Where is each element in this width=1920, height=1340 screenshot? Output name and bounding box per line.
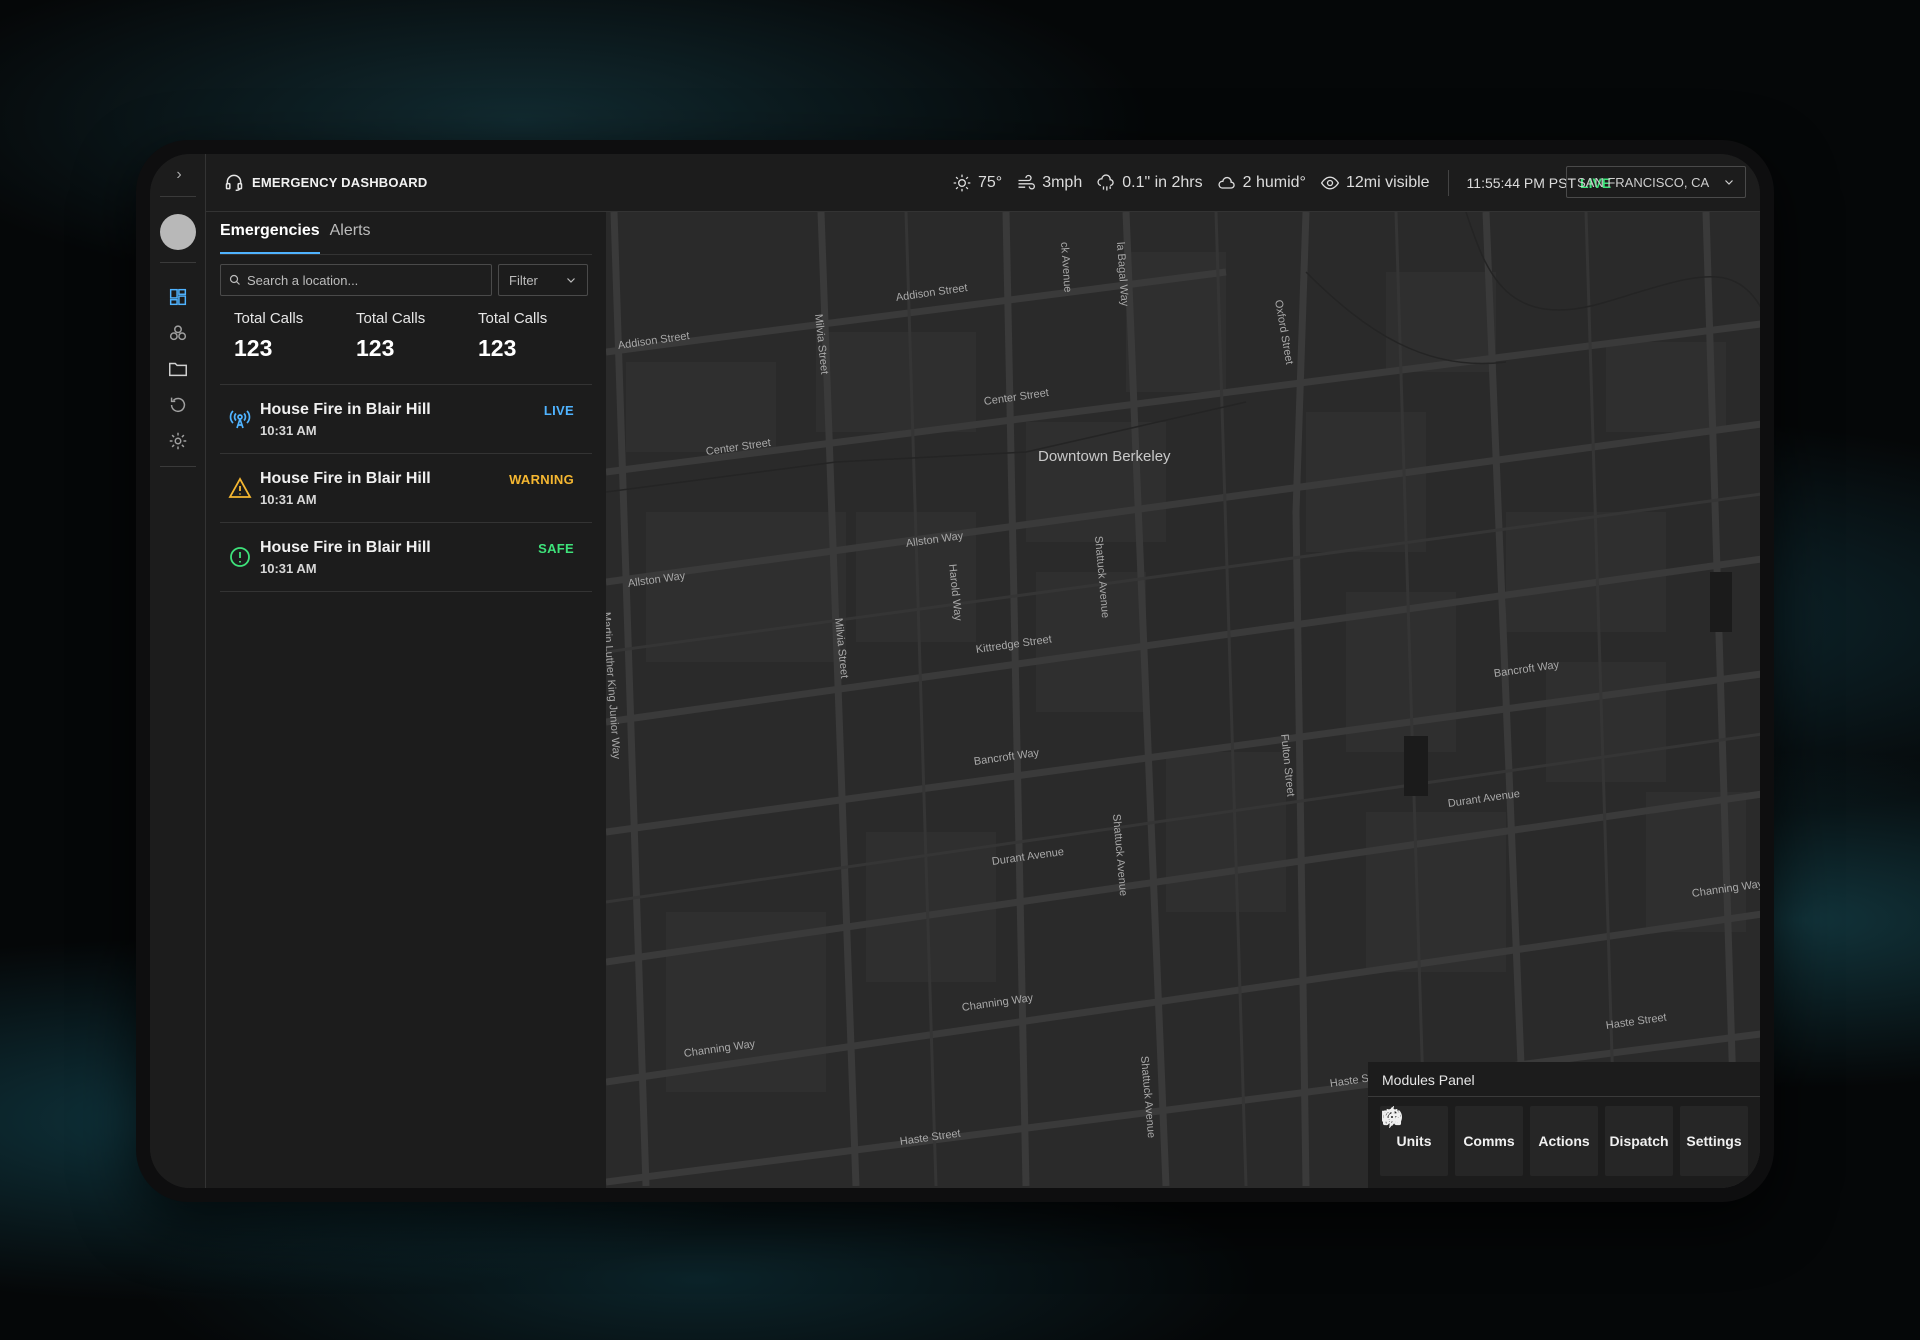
sun-icon bbox=[953, 174, 971, 192]
humidity-widget: 2 humid° bbox=[1217, 173, 1306, 193]
street-grid bbox=[606, 212, 1760, 1186]
panel-tabs: Emergencies Alerts bbox=[220, 220, 371, 254]
stat-card: Total Calls 123 bbox=[234, 310, 356, 362]
status-badge: WARNING bbox=[509, 472, 574, 487]
weather-bar: 75° 3mph 0.1" in 2hrs 2 humid° 12mi visi… bbox=[952, 170, 1611, 196]
rail-divider bbox=[160, 196, 196, 197]
incident-title: House Fire in Blair Hill bbox=[260, 470, 431, 487]
cloud-icon bbox=[1218, 176, 1235, 189]
tab-emergencies[interactable]: Emergencies bbox=[220, 220, 320, 254]
folder-icon[interactable] bbox=[167, 358, 189, 380]
top-header: EMERGENCY DASHBOARD 75° 3mph 0.1" in 2hr… bbox=[206, 154, 1760, 212]
filter-dropdown[interactable]: Filter bbox=[498, 264, 588, 296]
emergency-panel: Emergencies Alerts Filter Total Calls 1 bbox=[206, 212, 606, 1188]
tabs-divider bbox=[220, 254, 592, 255]
stat-value: 123 bbox=[234, 335, 273, 361]
visibility-value: 12mi visible bbox=[1345, 174, 1430, 191]
broadcast-icon bbox=[229, 410, 251, 429]
stat-label: Total Calls bbox=[356, 310, 426, 327]
incident-title: House Fire in Blair Hill bbox=[260, 539, 431, 556]
filter-label: Filter bbox=[509, 272, 538, 288]
rail-divider bbox=[160, 466, 196, 467]
headset-icon bbox=[225, 174, 243, 192]
location-select[interactable]: SAN FRANCISCO, CA bbox=[1566, 166, 1746, 198]
incident-list: House Fire in Blair Hill 10:31 AM LIVE H… bbox=[220, 384, 592, 592]
stat-label: Total Calls bbox=[478, 310, 548, 327]
wind-icon bbox=[1018, 174, 1036, 190]
history-icon[interactable] bbox=[167, 394, 189, 416]
status-badge: SAFE bbox=[538, 541, 574, 556]
modules-divider bbox=[1368, 1096, 1760, 1097]
incident-item[interactable]: House Fire in Blair Hill 10:31 AM WARNIN… bbox=[220, 453, 592, 522]
alert-circle-icon bbox=[230, 547, 250, 567]
location-value: SAN FRANCISCO, CA bbox=[1577, 174, 1710, 190]
actions-button[interactable]: Actions bbox=[1383, 1106, 1598, 1176]
search-input[interactable] bbox=[247, 272, 467, 288]
expand-chevron-icon[interactable]: › bbox=[170, 166, 188, 184]
modules-icon[interactable] bbox=[167, 322, 189, 344]
rail-divider bbox=[160, 262, 196, 263]
settings-icon[interactable] bbox=[167, 430, 189, 452]
rain-cloud-icon bbox=[1097, 174, 1114, 191]
screen: › EMERGENCY DASHBOARD 75° 3mph 0.1" in 2… bbox=[150, 154, 1760, 1188]
comms-button[interactable]: Comms bbox=[1381, 1106, 1523, 1176]
list-divider bbox=[220, 591, 592, 592]
modules-title: Modules Panel bbox=[1382, 1072, 1475, 1088]
dispatch-label: Dispatch bbox=[1609, 1133, 1669, 1149]
stat-label: Total Calls bbox=[234, 310, 304, 327]
header-divider bbox=[1447, 170, 1449, 196]
actions-label: Actions bbox=[1538, 1133, 1590, 1149]
rain-value: 0.1" in 2hrs bbox=[1122, 174, 1203, 191]
call-stats: Total Calls 123 Total Calls 123 Total Ca… bbox=[234, 310, 600, 362]
incident-title: House Fire in Blair Hill bbox=[260, 401, 431, 418]
chevron-down-icon bbox=[1725, 180, 1733, 185]
visibility-widget: 12mi visible bbox=[1320, 173, 1430, 193]
incident-time: 10:31 AM bbox=[260, 561, 317, 576]
incident-item[interactable]: House Fire in Blair Hill 10:31 AM SAFE bbox=[220, 522, 592, 591]
humidity-value: 2 humid° bbox=[1242, 174, 1306, 191]
stat-value: 123 bbox=[478, 335, 517, 361]
settings-label: Settings bbox=[1686, 1133, 1742, 1149]
tab-alerts[interactable]: Alerts bbox=[330, 220, 371, 254]
incident-item[interactable]: House Fire in Blair Hill 10:31 AM LIVE bbox=[220, 384, 592, 453]
dispatch-button[interactable]: Dispatch bbox=[1382, 1106, 1673, 1176]
nav-rail: › bbox=[150, 154, 206, 1188]
modules-panel: Modules Panel Units Comms Actions Dispat… bbox=[1368, 1062, 1760, 1188]
module-buttons: Units Comms Actions Dispatch Settings bbox=[1380, 1106, 1748, 1176]
temperature-value: 75° bbox=[978, 174, 1003, 191]
gear-icon bbox=[1383, 1107, 1401, 1127]
avatar[interactable] bbox=[160, 214, 196, 250]
map-area-label: Downtown Berkeley bbox=[1038, 448, 1171, 465]
clock-time: 11:55:44 PM PST bbox=[1466, 175, 1577, 191]
status-badge: LIVE bbox=[543, 403, 574, 418]
incident-time: 10:31 AM bbox=[260, 492, 317, 507]
app-title: EMERGENCY DASHBOARD bbox=[252, 174, 428, 190]
temperature-widget: 75° bbox=[952, 173, 1002, 193]
warning-icon bbox=[228, 477, 252, 498]
dashboard-icon[interactable] bbox=[167, 286, 189, 308]
brand: EMERGENCY DASHBOARD bbox=[224, 172, 427, 192]
stat-value: 123 bbox=[356, 335, 395, 361]
comms-label: Comms bbox=[1463, 1133, 1515, 1149]
eye-icon bbox=[1320, 176, 1340, 190]
wind-value: 3mph bbox=[1042, 174, 1083, 191]
wind-widget: 3mph bbox=[1016, 173, 1082, 193]
rain-widget: 0.1" in 2hrs bbox=[1096, 173, 1203, 193]
incident-time: 10:31 AM bbox=[260, 423, 317, 438]
search-icon bbox=[229, 274, 240, 285]
settings-button[interactable]: Settings bbox=[1383, 1106, 1748, 1176]
search-box[interactable] bbox=[220, 264, 492, 296]
stat-card: Total Calls 123 bbox=[356, 310, 478, 362]
chevron-down-icon bbox=[567, 278, 575, 283]
map-view[interactable]: Downtown Berkeley Addison Street Addison… bbox=[606, 212, 1760, 1188]
tablet-frame: › EMERGENCY DASHBOARD 75° 3mph 0.1" in 2… bbox=[136, 140, 1774, 1202]
units-label: Units bbox=[1396, 1133, 1432, 1149]
stat-card: Total Calls 123 bbox=[478, 310, 600, 362]
